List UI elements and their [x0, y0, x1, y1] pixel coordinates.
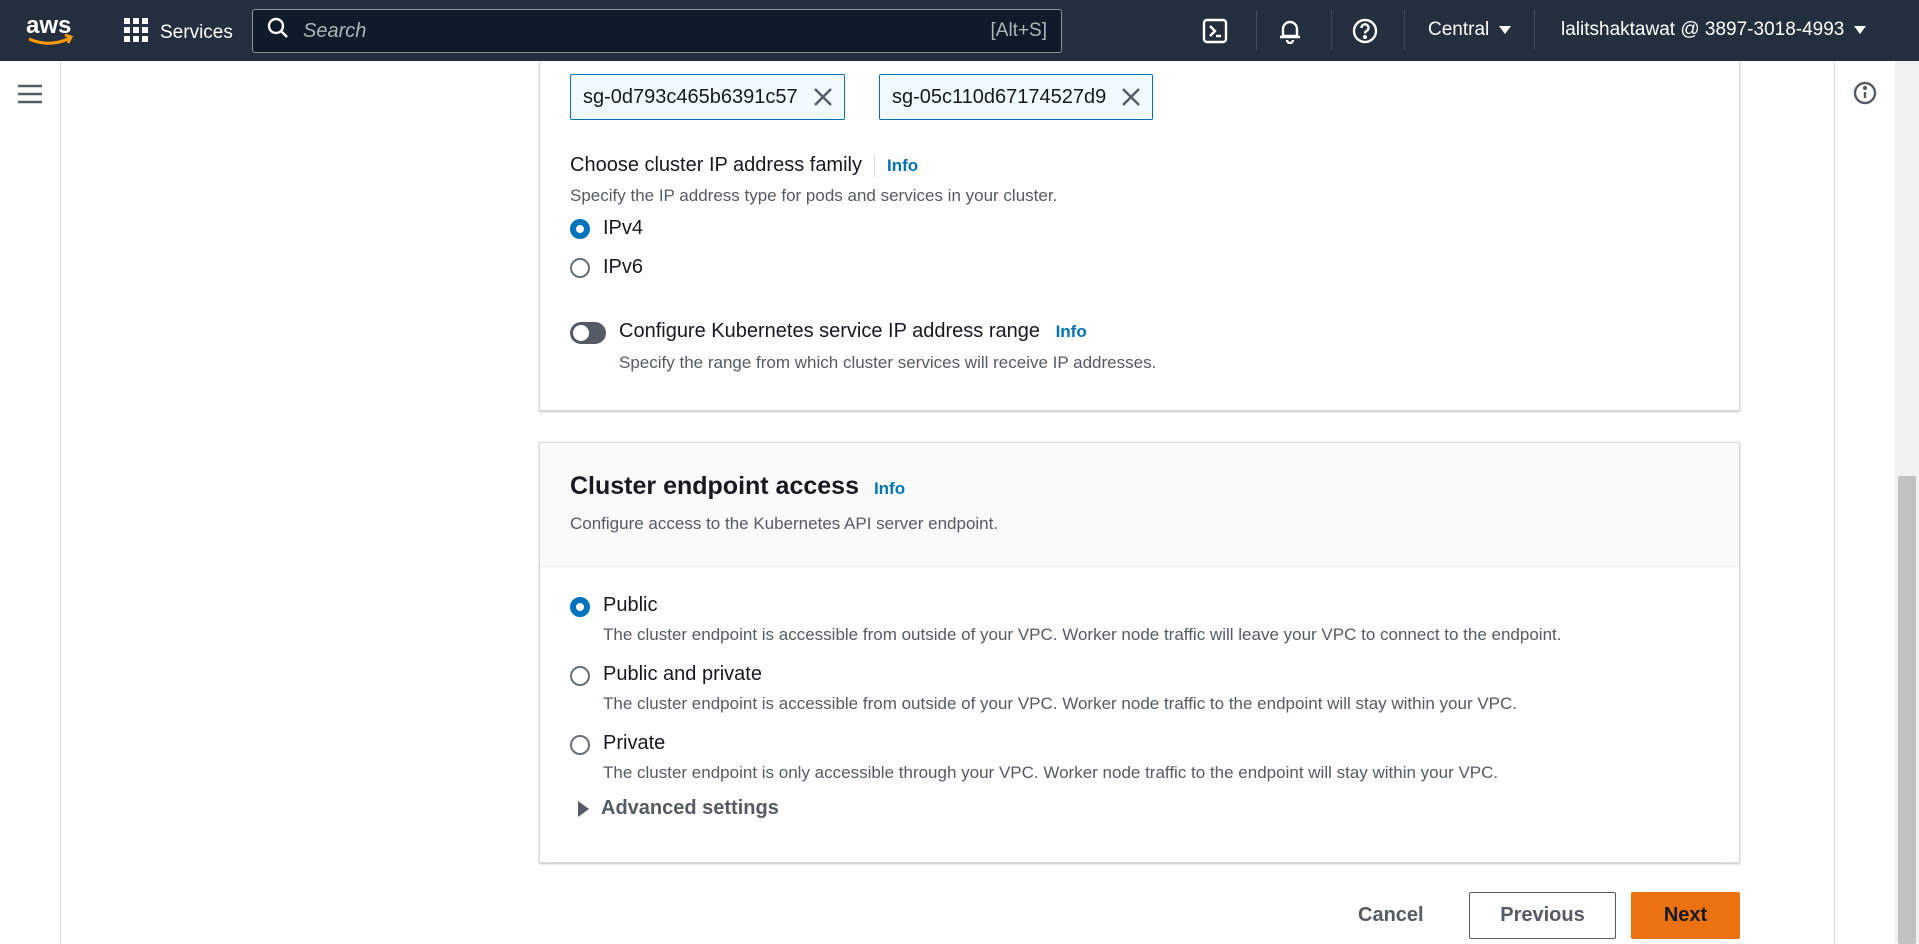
right-tools-rail	[1834, 61, 1895, 944]
security-group-token: sg-05c110d67174527d9	[879, 74, 1154, 120]
search-icon	[267, 17, 289, 45]
remove-token-close-icon[interactable]	[813, 88, 832, 106]
security-group-token: sg-0d793c465b6391c57	[570, 74, 845, 120]
aws-logo[interactable]: aws	[26, 12, 76, 51]
remove-token-close-icon[interactable]	[1122, 88, 1141, 106]
services-menu-button[interactable]: Services	[124, 18, 233, 48]
private-label: Private	[603, 732, 666, 754]
panel-header: Cluster endpoint access Info Configure a…	[540, 443, 1739, 567]
caret-down-icon	[1499, 26, 1512, 34]
top-navigation-bar: aws Services Search [Alt+S] Central lali…	[0, 0, 1919, 61]
scrollbar-thumb[interactable]	[1898, 476, 1916, 944]
service-ip-range-toggle[interactable]	[570, 322, 606, 344]
cluster-endpoint-access-panel: Cluster endpoint access Info Configure a…	[539, 442, 1740, 863]
ipv4-radio[interactable]	[570, 219, 590, 239]
ip-family-heading: Choose cluster IP address family Info	[570, 154, 918, 177]
previous-button[interactable]: Previous	[1469, 892, 1616, 939]
caret-right-icon	[578, 800, 589, 817]
advanced-settings-label: Advanced settings	[601, 797, 779, 819]
advanced-settings-expander[interactable]: Advanced settings	[578, 797, 779, 820]
endpoint-access-info-link[interactable]: Info	[874, 479, 905, 498]
next-button[interactable]: Next	[1631, 892, 1740, 939]
grid-icon	[124, 18, 148, 48]
service-ip-range-info-link[interactable]: Info	[1056, 322, 1087, 341]
cluster-endpoint-access-title: Cluster endpoint access Info	[570, 472, 905, 501]
notifications-bell-icon[interactable]	[1275, 16, 1305, 46]
help-icon[interactable]	[1350, 16, 1380, 46]
search-input[interactable]: Search [Alt+S]	[252, 9, 1062, 53]
left-navigation-rail	[0, 61, 61, 944]
account-label: lalitshaktawat @ 3897-3018-4993	[1561, 19, 1845, 40]
ipv6-label: IPv6	[603, 256, 644, 278]
public-and-private-description: The cluster endpoint is accessible from …	[603, 694, 1518, 713]
service-ip-range-heading: Configure Kubernetes service IP address …	[619, 320, 1087, 343]
caret-down-icon	[1854, 26, 1867, 34]
menu-icon[interactable]	[18, 84, 42, 109]
endpoint-access-description: Configure access to the Kubernetes API s…	[570, 514, 999, 533]
service-ip-range-description: Specify the range from which cluster ser…	[619, 353, 1157, 372]
ip-family-description: Specify the IP address type for pods and…	[570, 186, 1058, 205]
services-label: Services	[160, 22, 233, 43]
service-ip-range-label: Configure Kubernetes service IP address …	[619, 320, 1040, 342]
security-group-id: sg-05c110d67174527d9	[892, 85, 1107, 108]
public-and-private-radio[interactable]	[570, 666, 590, 686]
private-description: The cluster endpoint is only accessible …	[603, 763, 1499, 782]
ipv6-radio[interactable]	[570, 258, 590, 278]
search-placeholder: Search	[303, 19, 367, 42]
region-selector[interactable]: Central	[1428, 19, 1512, 41]
ip-family-label: Choose cluster IP address family	[570, 154, 862, 176]
ip-family-info-link[interactable]: Info	[887, 156, 918, 175]
account-menu[interactable]: lalitshaktawat @ 3897-3018-4993	[1561, 19, 1867, 41]
search-shortcut-hint: [Alt+S]	[990, 20, 1048, 41]
region-label: Central	[1428, 19, 1490, 40]
public-radio[interactable]	[570, 597, 590, 617]
cloudshell-icon[interactable]	[1200, 16, 1230, 46]
security-group-id: sg-0d793c465b6391c57	[583, 85, 798, 108]
public-and-private-label: Public and private	[603, 663, 762, 685]
public-description: The cluster endpoint is accessible from …	[603, 625, 1562, 644]
networking-panel: sg-0d793c465b6391c57 sg-05c110d67174527d…	[539, 61, 1740, 411]
panel-title: Cluster endpoint access	[570, 472, 859, 500]
info-panel-icon[interactable]	[1853, 81, 1877, 110]
ipv4-label: IPv4	[603, 217, 644, 239]
public-label: Public	[603, 594, 658, 616]
svg-text:aws: aws	[26, 12, 71, 39]
private-radio[interactable]	[570, 735, 590, 755]
cancel-button[interactable]: Cancel	[1340, 890, 1442, 940]
